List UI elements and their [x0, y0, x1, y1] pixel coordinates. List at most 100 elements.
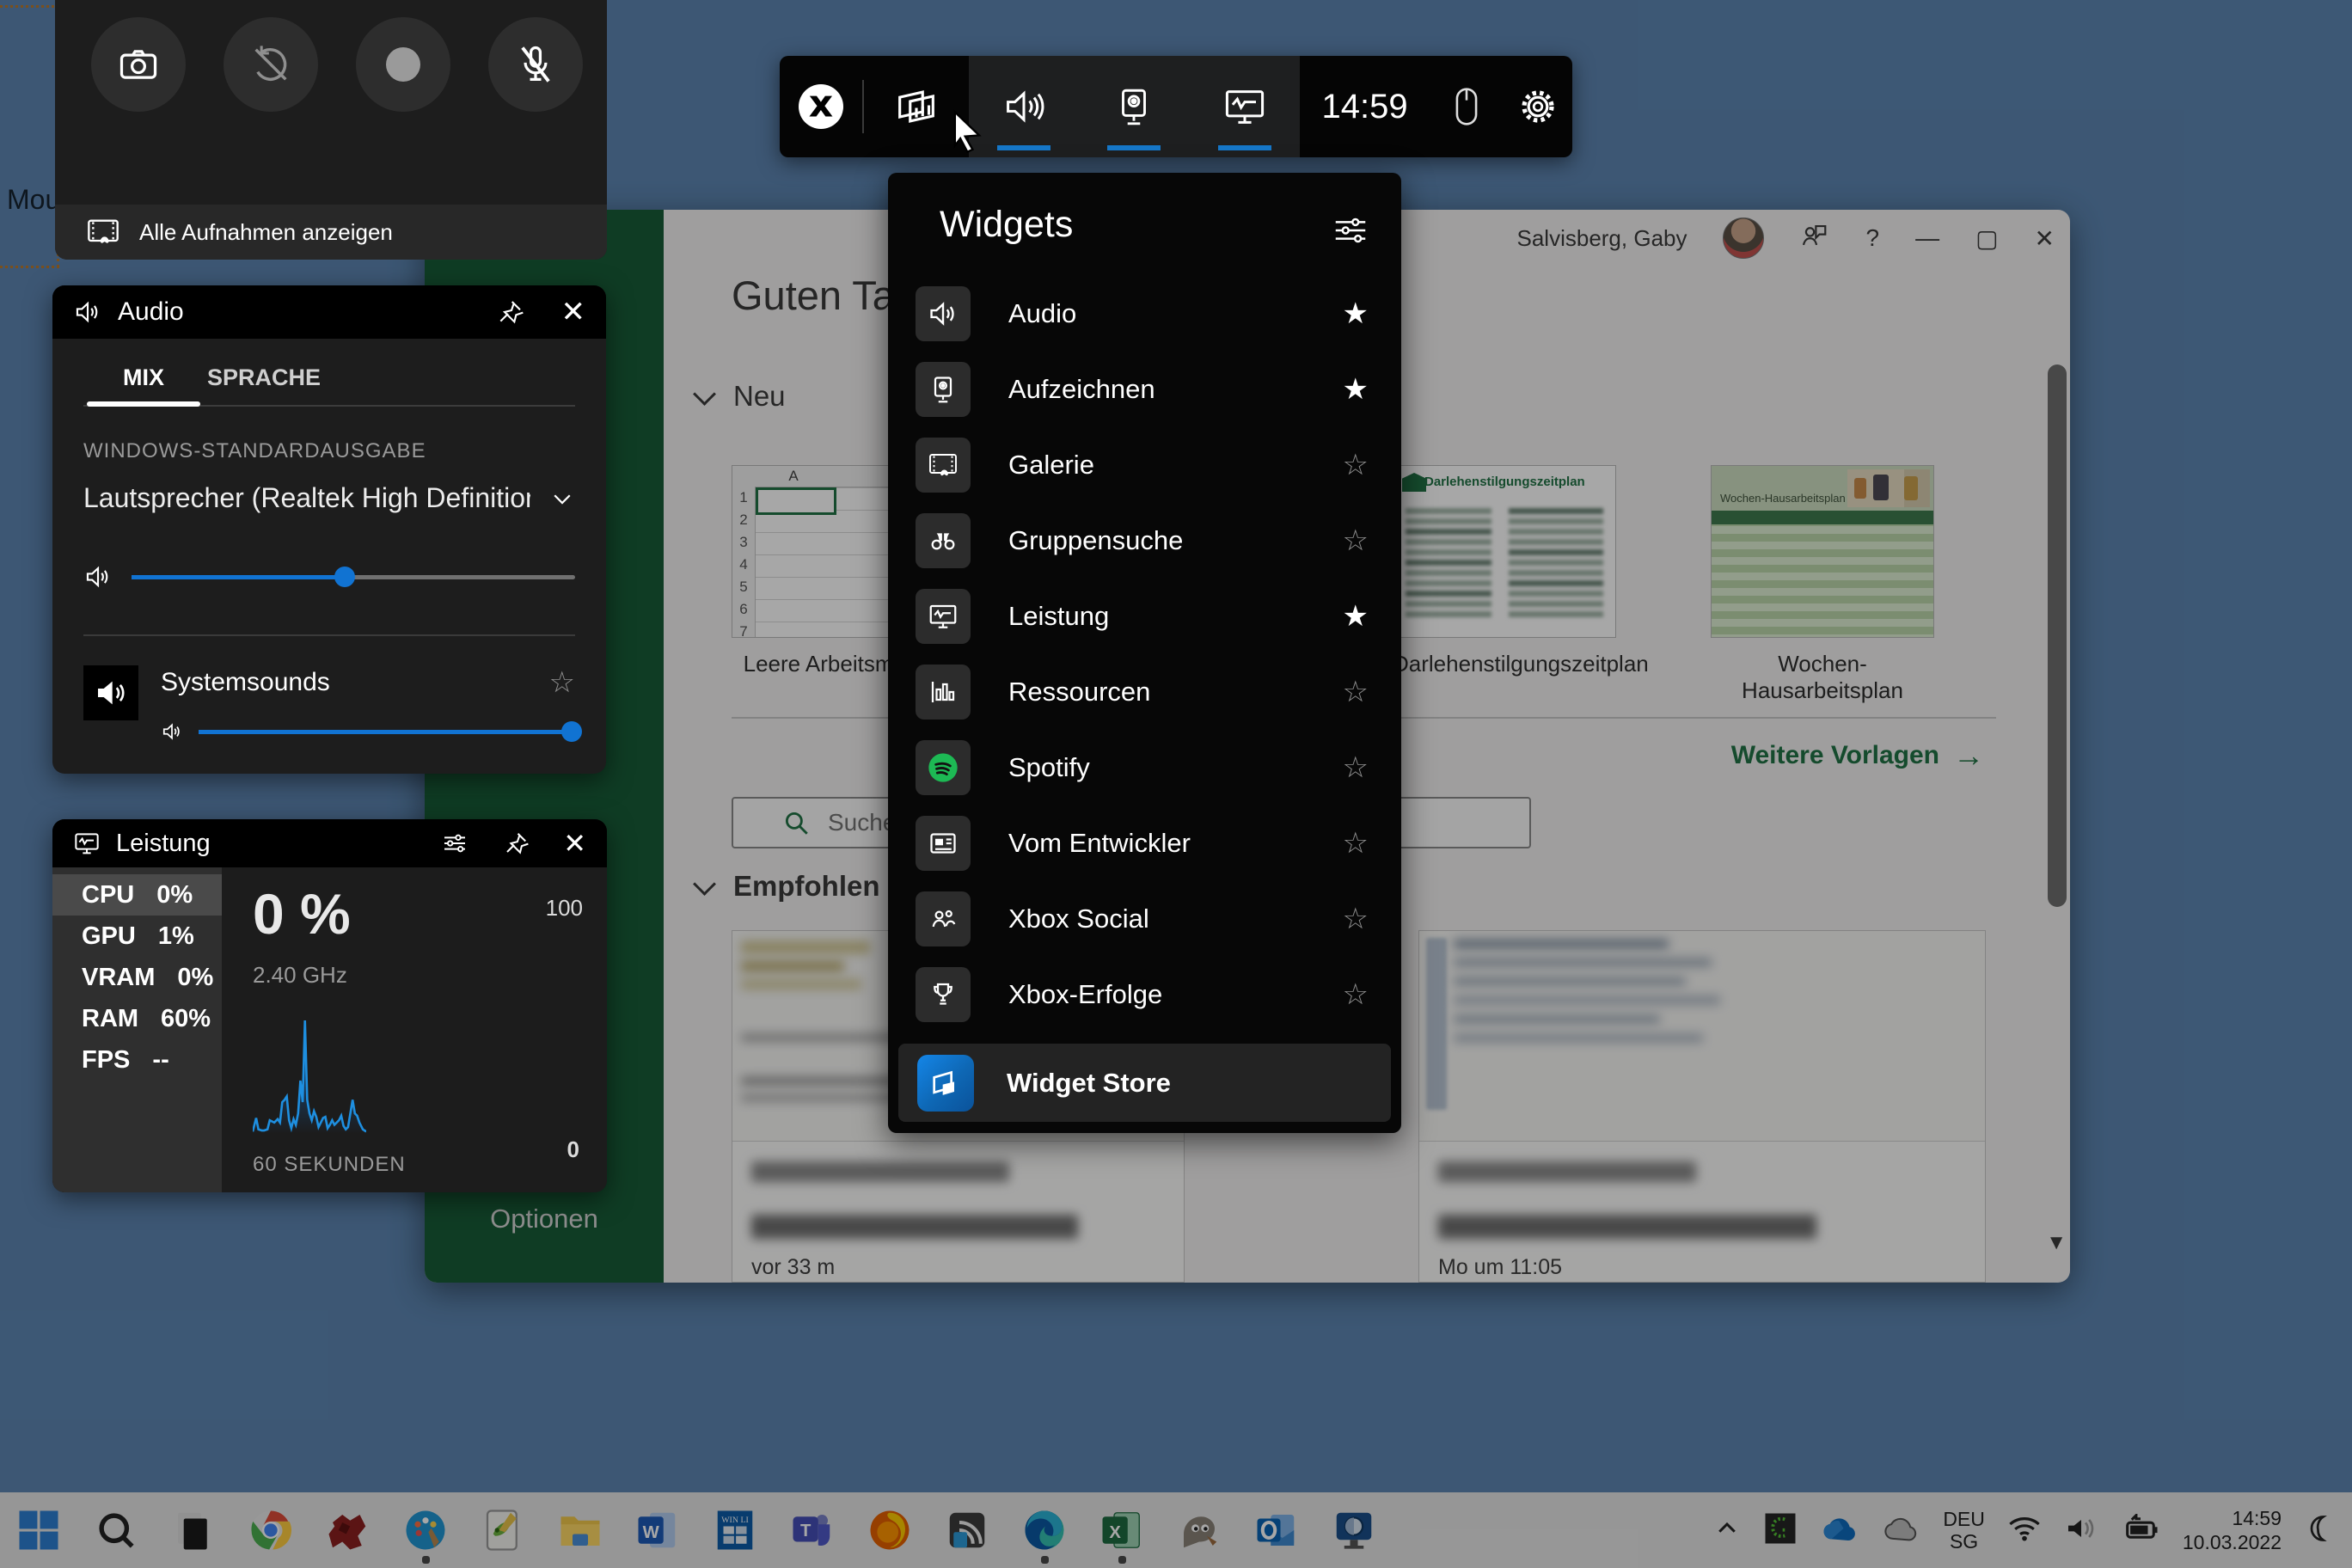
- favorite-star-icon[interactable]: ☆: [549, 665, 575, 700]
- speaker-icon: [73, 297, 102, 327]
- trophy-icon: [928, 979, 959, 1010]
- pin-icon[interactable]: [503, 827, 529, 860]
- favorite-star-icon[interactable]: ☆: [1343, 826, 1369, 861]
- favorite-star-icon[interactable]: ★: [1343, 599, 1369, 634]
- favorite-star-icon[interactable]: ☆: [1343, 448, 1369, 482]
- menu-item-ressourcen[interactable]: Ressourcen ☆: [888, 654, 1401, 730]
- widgets-icon: [891, 82, 941, 132]
- menu-item-xbox-social[interactable]: Xbox Social ☆: [888, 881, 1401, 957]
- speaker-icon: [927, 297, 959, 330]
- favorite-star-icon[interactable]: ☆: [1343, 750, 1369, 785]
- menu-item-gruppensuche[interactable]: Gruppensuche ☆: [888, 503, 1401, 579]
- menu-item-vom-entwickler[interactable]: Vom Entwickler ☆: [888, 805, 1401, 881]
- record-last-icon: [248, 42, 293, 87]
- stat-fps[interactable]: FPS--: [52, 1039, 222, 1081]
- settings-button[interactable]: [1504, 56, 1572, 157]
- cpu-clock: 2.40 GHz: [253, 962, 347, 989]
- y-axis-max: 100: [546, 895, 583, 922]
- mic-toggle-button[interactable]: [488, 17, 583, 112]
- webcam-icon: [1112, 85, 1155, 128]
- stat-gpu[interactable]: GPU1%: [52, 916, 222, 957]
- record-button[interactable]: [356, 17, 450, 112]
- audio-widget: Audio ✕ MIX SPRACHE WINDOWS-STANDARDAUSG…: [52, 285, 606, 774]
- chevron-down-icon: [549, 486, 575, 511]
- performance-widget-titlebar[interactable]: Leistung ✕: [52, 819, 607, 867]
- gallery-icon: [86, 217, 120, 247]
- performance-stats-list: CPU0% GPU1% VRAM0% RAM60% FPS--: [52, 867, 222, 1192]
- audio-widget-titlebar[interactable]: Audio ✕: [52, 285, 606, 339]
- tab-mix[interactable]: MIX: [83, 352, 204, 405]
- performance-icon: [928, 601, 959, 632]
- menu-item-audio[interactable]: Audio ★: [888, 276, 1401, 352]
- widget-store-icon: [917, 1055, 974, 1112]
- stat-cpu[interactable]: CPU0%: [52, 874, 222, 916]
- pin-icon[interactable]: [496, 298, 524, 326]
- menu-item-spotify[interactable]: Spotify ☆: [888, 730, 1401, 805]
- stat-vram[interactable]: VRAM0%: [52, 957, 222, 998]
- divider: [83, 634, 575, 636]
- close-icon[interactable]: ✕: [561, 295, 586, 329]
- x-axis-label: 60 SEKUNDEN: [253, 1153, 406, 1177]
- speaker-icon: [83, 562, 113, 591]
- cpu-usage-graph: [253, 1020, 366, 1134]
- menu-item-aufzeichnen[interactable]: Aufzeichnen ★: [888, 352, 1401, 427]
- record-last-button[interactable]: [224, 17, 318, 112]
- camera-icon: [116, 42, 161, 87]
- show-all-captures-button[interactable]: Alle Aufnahmen anzeigen: [55, 205, 607, 260]
- system-sounds-volume-slider[interactable]: [199, 730, 575, 734]
- favorite-star-icon[interactable]: ★: [1343, 297, 1369, 331]
- mouse-cursor: [946, 108, 990, 157]
- mouse-icon: [1449, 86, 1484, 127]
- speaker-icon: [1001, 84, 1046, 129]
- system-sounds-icon: [83, 665, 138, 720]
- system-sounds-label: Systemsounds: [161, 668, 330, 697]
- menu-item-galerie[interactable]: Galerie ☆: [888, 427, 1401, 503]
- screenshot-button[interactable]: [91, 17, 186, 112]
- spotify-icon: [926, 750, 960, 785]
- menu-options-sliders-icon[interactable]: [1331, 211, 1370, 250]
- menu-item-xbox-erfolge[interactable]: Xbox-Erfolge ☆: [888, 957, 1401, 1032]
- people-icon: [928, 903, 959, 934]
- xbox-home-button[interactable]: [780, 56, 862, 157]
- stat-ram[interactable]: RAM60%: [52, 998, 222, 1039]
- favorite-star-icon[interactable]: ☆: [1343, 675, 1369, 709]
- gamebar-clock: 14:59: [1300, 56, 1430, 157]
- capture-widget-button[interactable]: [1079, 56, 1189, 157]
- favorite-star-icon[interactable]: ★: [1343, 372, 1369, 407]
- close-icon[interactable]: ✕: [563, 827, 586, 860]
- master-volume-slider[interactable]: [132, 575, 575, 579]
- capture-widget: Alle Aufnahmen anzeigen: [55, 0, 607, 260]
- cpu-graph-area: 0 % 2.40 GHz 100 0 60 SEKUNDEN: [222, 867, 607, 1192]
- output-section-label: WINDOWS-STANDARDAUSGABE: [83, 439, 575, 463]
- widgets-menu-title: Widgets: [940, 204, 1073, 246]
- tab-sprache[interactable]: SPRACHE: [204, 352, 324, 405]
- xbox-logo-icon: [799, 84, 843, 129]
- menu-item-leistung[interactable]: Leistung ★: [888, 579, 1401, 654]
- slider-knob[interactable]: [561, 721, 582, 742]
- widget-store-button[interactable]: Widget Store: [898, 1044, 1391, 1122]
- favorite-star-icon[interactable]: ☆: [1343, 902, 1369, 936]
- webcam-icon: [928, 374, 959, 405]
- gamebar-toolbar: 14:59: [780, 56, 1572, 157]
- active-underline: [997, 145, 1050, 150]
- options-sliders-icon[interactable]: [441, 827, 469, 860]
- performance-widget: Leistung ✕ CPU0% GPU1% V: [52, 819, 607, 1192]
- y-axis-min: 0: [567, 1136, 579, 1163]
- output-device-select[interactable]: Lautsprecher (Realtek High Definition A.…: [83, 482, 575, 514]
- cpu-usage-value: 0 %: [253, 881, 351, 946]
- performance-icon: [73, 830, 101, 857]
- screen: Mous Optionen Salvisberg, Gaby ? — ▢ ✕ G…: [0, 0, 2352, 1568]
- mic-muted-icon: [513, 42, 558, 87]
- performance-icon: [1222, 84, 1267, 129]
- bar-chart-icon: [928, 677, 959, 707]
- speaker-icon: [161, 720, 183, 743]
- gear-icon: [1517, 86, 1559, 127]
- mouse-settings-button[interactable]: [1430, 56, 1504, 157]
- favorite-star-icon[interactable]: ☆: [1343, 524, 1369, 558]
- favorite-star-icon[interactable]: ☆: [1343, 977, 1369, 1012]
- widgets-menu: Widgets Audio ★ Aufzeichnen ★: [888, 173, 1401, 1133]
- performance-widget-button[interactable]: [1189, 56, 1299, 157]
- binoculars-icon: [928, 525, 959, 556]
- record-dot-icon: [386, 47, 420, 82]
- slider-knob[interactable]: [334, 567, 355, 587]
